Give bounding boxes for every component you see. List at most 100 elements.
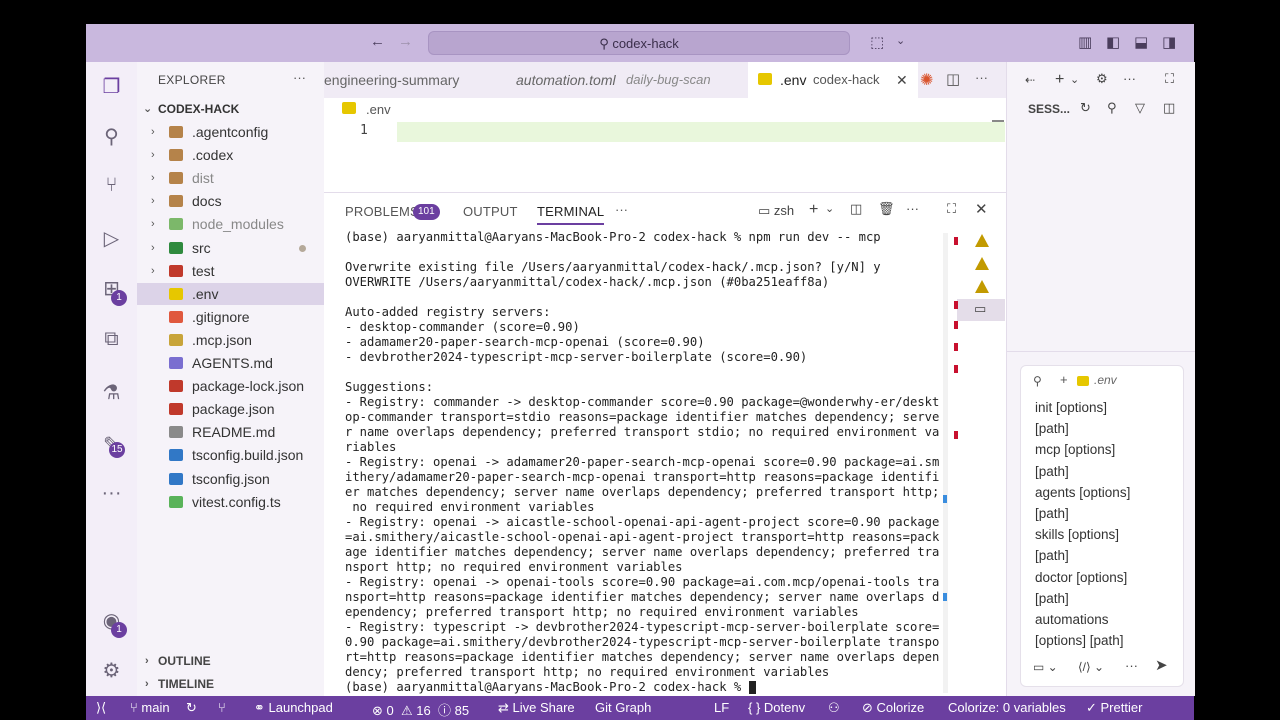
tree-item[interactable]: vitest.config.ts (137, 491, 324, 513)
terminal-list-item-active[interactable]: ▭ (957, 299, 1005, 321)
tree-item[interactable]: › docs (137, 190, 324, 212)
claude-icon[interactable]: ✺ (920, 70, 933, 90)
add-icon[interactable]: + (1055, 71, 1064, 89)
tree-item[interactable]: .mcp.json (137, 329, 324, 351)
language-status[interactable]: { } Dotenv (748, 700, 805, 715)
tree-item[interactable]: tsconfig.json (137, 468, 324, 490)
remote-icon[interactable]: ⟩⟨ (96, 700, 106, 716)
close-icon[interactable]: ✕ (896, 62, 908, 98)
more-actions-icon[interactable]: ··· (1125, 658, 1138, 673)
tree-item[interactable]: › node_modules (137, 213, 324, 235)
split-terminal-icon[interactable]: ◫ (850, 201, 862, 217)
suggestion-item[interactable]: doctor [options] (1035, 570, 1127, 585)
trash-icon[interactable]: 🗑 (878, 201, 895, 217)
more-tabs-icon[interactable]: ··· (615, 202, 628, 217)
tree-item[interactable]: .env (137, 282, 324, 305)
toggle-panel-icon[interactable]: ⬓ (1134, 33, 1148, 51)
context-file-chip[interactable]: .env (1094, 373, 1117, 387)
warning-icon[interactable] (975, 257, 989, 270)
suggestion-item[interactable]: skills [options] (1035, 527, 1119, 542)
liveshare-status[interactable]: ⇄ Live Share (498, 700, 575, 716)
breadcrumb[interactable]: .env (366, 102, 391, 117)
warning-icon[interactable] (975, 280, 989, 293)
tree-item[interactable]: › .agentconfig (137, 121, 324, 143)
tab-problems[interactable]: PROBLEMS (345, 204, 419, 219)
suggestion-item[interactable]: [path] (1035, 506, 1069, 521)
chevron-down-icon[interactable]: ⌄ (825, 202, 834, 215)
add-context-icon[interactable]: + (1060, 372, 1068, 387)
chevron-down-icon[interactable]: ⌄ (1070, 73, 1079, 86)
suggestion-item[interactable]: agents [options] (1035, 485, 1130, 500)
command-center-search[interactable]: ⚲ codex-hack (428, 31, 850, 55)
launchpad-status[interactable]: ⚭ Launchpad (254, 700, 333, 716)
colorize-vars-status[interactable]: Colorize: 0 variables (948, 700, 1066, 715)
tab-automation-toml[interactable]: automation.toml daily-bug-scan (494, 62, 744, 98)
forward-arrow-icon[interactable]: → (398, 33, 413, 50)
branch-status[interactable]: ⑂ main (130, 700, 170, 715)
tree-item[interactable]: package.json (137, 398, 324, 420)
remote-explorer-icon[interactable]: ⧉ (86, 328, 137, 351)
gear-icon[interactable]: ⚙ (1096, 71, 1108, 87)
new-terminal-icon[interactable]: + (809, 201, 818, 219)
tab-terminal[interactable]: TERMINAL (537, 204, 605, 225)
tree-item[interactable]: › .codex (137, 144, 324, 166)
colorize-status[interactable]: ⊘ Colorize (862, 700, 924, 716)
suggestion-item[interactable]: init [options] (1035, 400, 1107, 415)
source-control-icon[interactable]: ⑂ (86, 174, 137, 197)
suggestion-item[interactable]: [options] [path] (1035, 633, 1124, 648)
send-icon[interactable]: ➤ (1155, 656, 1168, 674)
search-icon[interactable]: ⚲ (86, 124, 137, 149)
toggle-secondary-sidebar-icon[interactable]: ◨ (1162, 33, 1176, 51)
run-debug-icon[interactable]: ▷ (86, 226, 137, 251)
maximize-panel-icon[interactable]: ⛶ (947, 201, 956, 217)
tree-item[interactable]: package-lock.json (137, 375, 324, 397)
suggestion-item[interactable]: automations (1035, 612, 1109, 627)
terminal-output[interactable]: (base) aaryanmittal@Aaryans-MacBook-Pro-… (345, 230, 945, 695)
gitgraph-status[interactable]: Git Graph (595, 700, 651, 715)
more-icon[interactable]: ⇠ (1025, 73, 1035, 87)
layout-customize-icon[interactable]: ▥ (1078, 33, 1092, 51)
more-actions-icon[interactable]: ··· (293, 70, 306, 85)
terminal-shell-selector[interactable]: ▭ zsh (758, 203, 794, 219)
explorer-icon[interactable]: ❐ (86, 74, 137, 99)
tree-item[interactable]: › test (137, 260, 324, 282)
suggestion-item[interactable]: [path] (1035, 591, 1069, 606)
tree-item[interactable]: README.md (137, 421, 324, 443)
search-icon[interactable]: ⚲ (1107, 100, 1117, 116)
git-graph-icon[interactable]: ⑂ (218, 700, 226, 715)
suggestion-item[interactable]: [path] (1035, 421, 1069, 436)
back-arrow-icon[interactable]: ← (370, 33, 385, 50)
eol-status[interactable]: LF (714, 700, 729, 715)
layout-icon[interactable]: ◫ (1163, 100, 1175, 116)
code-icon[interactable]: ⟨/⟩ ⌄ (1078, 660, 1104, 674)
tab-env[interactable]: .env codex-hack ✕ (748, 62, 918, 98)
suggestion-item[interactable]: [path] (1035, 548, 1069, 563)
copilot-status-icon[interactable]: ⚇ (828, 700, 840, 716)
tab-output[interactable]: OUTPUT (463, 204, 518, 219)
outline-section[interactable]: › OUTLINE (137, 650, 324, 672)
more-icon[interactable]: ··· (86, 482, 137, 505)
chevron-down-icon[interactable]: ⌄ (896, 34, 905, 47)
timeline-section[interactable]: › TIMELINE (137, 673, 324, 695)
prettier-status[interactable]: ✓ Prettier (1086, 700, 1142, 716)
tree-item[interactable]: AGENTS.md (137, 352, 324, 374)
chat-input-box[interactable]: ⚲ + .env init [options] [path] mcp [option… (1020, 365, 1184, 687)
testing-icon[interactable]: ⚗ (86, 380, 137, 405)
split-editor-icon[interactable]: ◫ (946, 70, 960, 88)
monitor-icon[interactable]: ▭ ⌄ (1033, 660, 1058, 674)
more-actions-icon[interactable]: ··· (1123, 71, 1136, 86)
tree-item[interactable]: › src (137, 237, 324, 259)
maximize-icon[interactable]: ⛶ (1165, 71, 1174, 87)
terminal-scrollbar[interactable] (943, 233, 948, 693)
more-actions-icon[interactable]: ··· (975, 70, 988, 85)
warning-icon[interactable] (975, 234, 989, 247)
problems-status[interactable]: ⊗ 0 ⚠ 16 ⓘ 85 (372, 700, 469, 719)
toggle-sidebar-icon[interactable]: ◧ (1106, 33, 1120, 51)
settings-gear-icon[interactable]: ⚙ (86, 658, 137, 683)
close-panel-icon[interactable]: ✕ (975, 200, 988, 218)
copilot-icon[interactable]: ⬚ (870, 33, 884, 51)
tree-item[interactable]: .gitignore (137, 306, 324, 328)
tree-item[interactable]: tsconfig.build.json (137, 444, 324, 466)
suggestion-item[interactable]: mcp [options] (1035, 442, 1115, 457)
suggestion-item[interactable]: [path] (1035, 464, 1069, 479)
